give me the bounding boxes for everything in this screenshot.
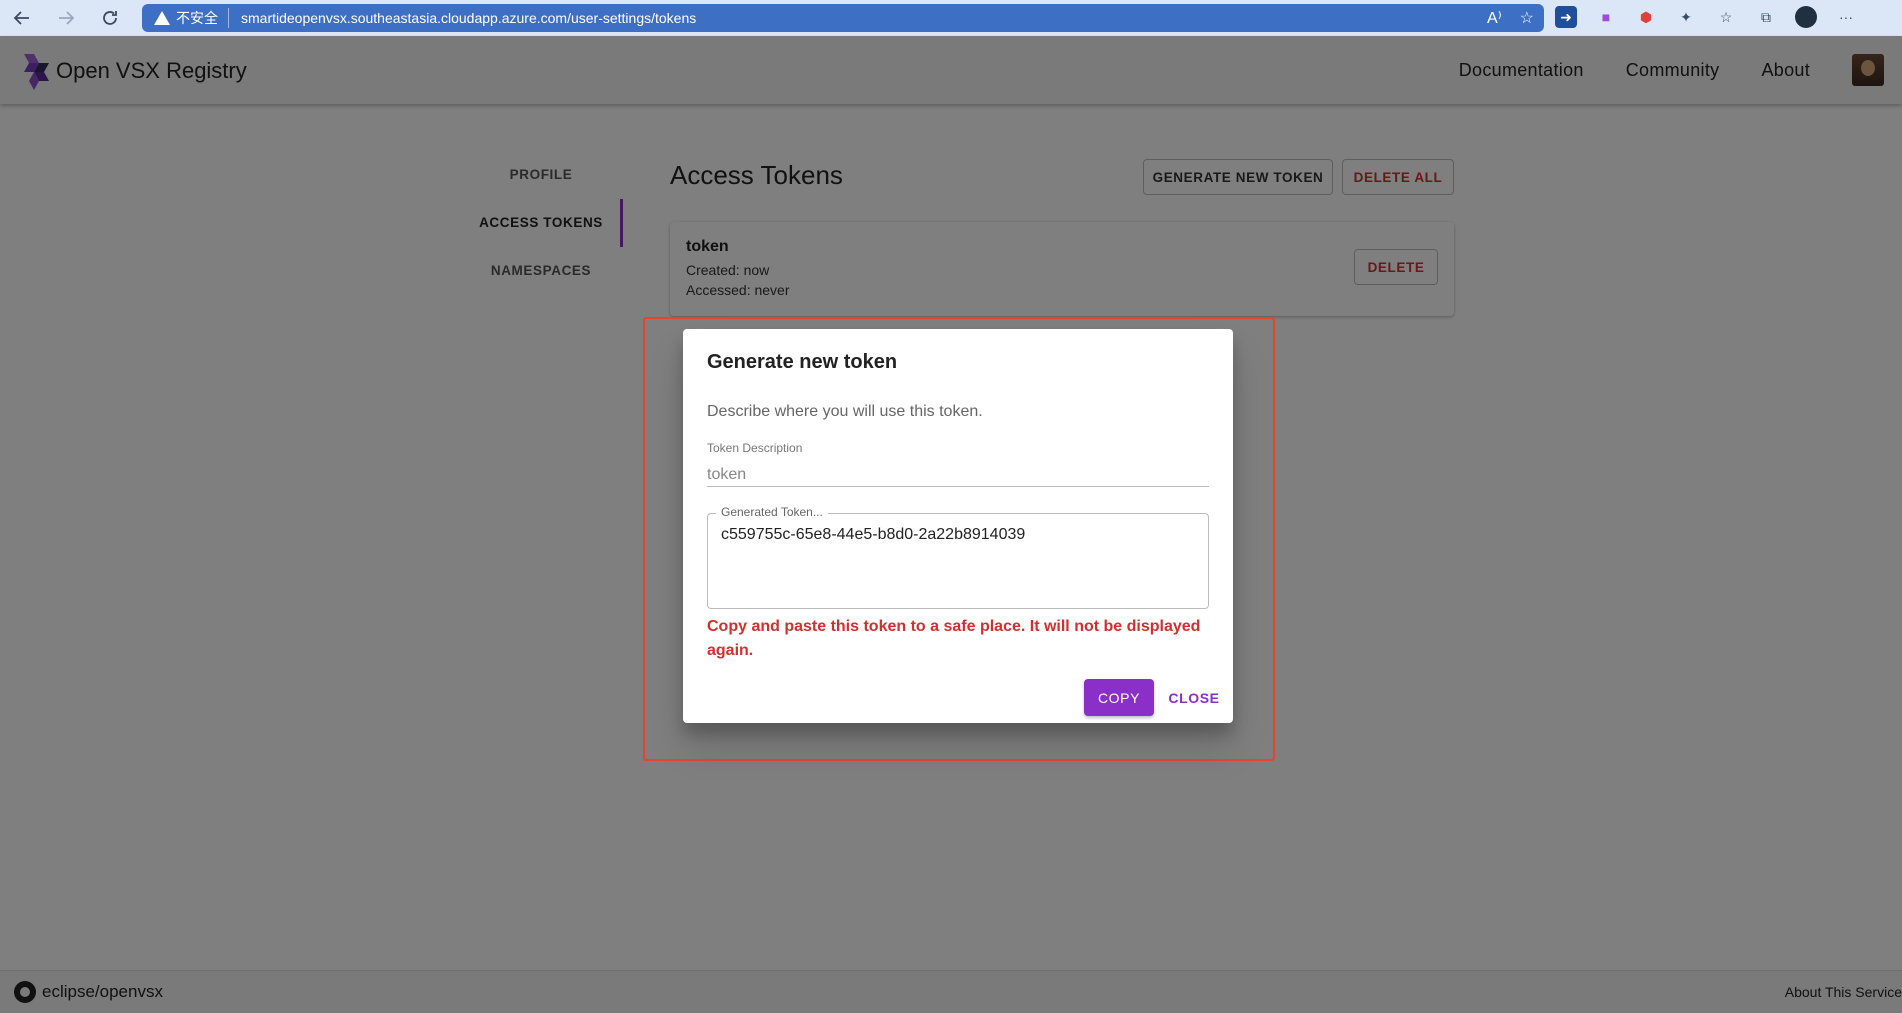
back-icon[interactable] bbox=[0, 0, 44, 36]
generated-token-label: Generated Token... bbox=[716, 505, 828, 519]
extension-purple-icon[interactable]: ■ bbox=[1595, 6, 1617, 28]
security-label: 不安全 bbox=[176, 10, 218, 26]
close-button[interactable]: CLOSE bbox=[1163, 679, 1225, 716]
forward-icon[interactable] bbox=[44, 0, 88, 36]
reload-icon[interactable] bbox=[88, 0, 132, 36]
generated-token-field[interactable]: Generated Token... c559755c-65e8-44e5-b8… bbox=[707, 505, 1209, 609]
warning-icon bbox=[154, 11, 170, 25]
dialog-title: Generate new token bbox=[707, 351, 898, 373]
collections-icon[interactable]: ⧉ bbox=[1755, 6, 1777, 28]
security-indicator[interactable]: 不安全 bbox=[154, 8, 229, 28]
generate-token-dialog: Generate new token Describe where you wi… bbox=[683, 329, 1233, 723]
token-description-input[interactable] bbox=[707, 463, 1209, 487]
token-description-label: Token Description bbox=[707, 441, 803, 455]
copy-button[interactable]: COPY bbox=[1084, 679, 1154, 716]
extension-icons: ➜ ■ ⬢ ✦ ☆ ⧉ ··· bbox=[1555, 6, 1857, 28]
extension-arrow-icon[interactable]: ➜ bbox=[1555, 6, 1577, 28]
profile-icon[interactable] bbox=[1795, 6, 1817, 28]
extension-red-icon[interactable]: ⬢ bbox=[1635, 6, 1657, 28]
url-text[interactable]: smartideopenvsx.southeastasia.cloudapp.a… bbox=[241, 10, 696, 26]
add-favorite-icon[interactable]: ☆ bbox=[1520, 8, 1534, 28]
dialog-description: Describe where you will use this token. bbox=[707, 403, 983, 420]
more-icon[interactable]: ··· bbox=[1835, 6, 1857, 28]
read-aloud-icon[interactable]: A⁾ bbox=[1487, 8, 1502, 28]
favorites-icon[interactable]: ☆ bbox=[1715, 6, 1737, 28]
address-bar[interactable]: 不安全 smartideopenvsx.southeastasia.clouda… bbox=[142, 4, 1544, 32]
extensions-puzzle-icon[interactable]: ✦ bbox=[1675, 6, 1697, 28]
generated-token-value[interactable]: c559755c-65e8-44e5-b8d0-2a22b8914039 bbox=[721, 526, 1025, 544]
token-warning: Copy and paste this token to a safe plac… bbox=[707, 618, 1201, 659]
